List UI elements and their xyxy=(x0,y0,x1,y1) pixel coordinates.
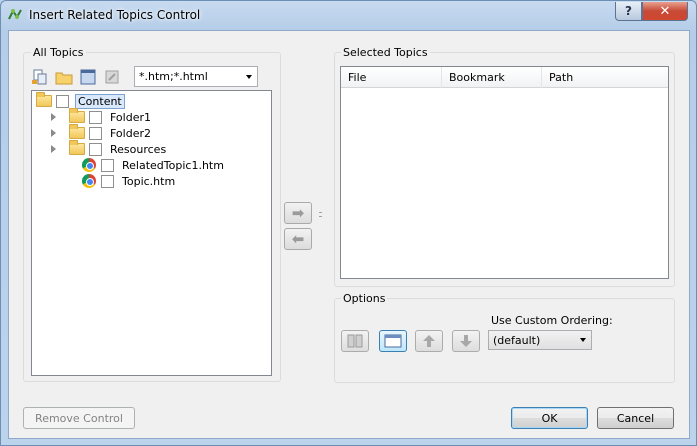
selected-topics-list[interactable]: File Bookmark Path xyxy=(340,66,669,279)
remove-topic-button[interactable]: ⬅ xyxy=(284,228,312,250)
chrome-icon xyxy=(82,174,96,188)
tree-item-checkbox[interactable] xyxy=(89,110,102,124)
app-icon xyxy=(7,7,23,23)
tree-item-checkbox[interactable] xyxy=(101,158,114,172)
chrome-icon xyxy=(82,158,96,172)
tree-item-folder2[interactable]: Folder2 xyxy=(51,124,153,141)
ok-button[interactable]: OK xyxy=(511,407,588,429)
all-topics-toolbar xyxy=(31,66,127,88)
column-header-path[interactable]: Path xyxy=(542,67,668,88)
close-button[interactable]: ✕ xyxy=(642,2,688,21)
window-title: Insert Related Topics Control xyxy=(29,8,201,22)
tree-item-resources[interactable]: Resources xyxy=(51,140,168,157)
cancel-label: Cancel xyxy=(616,411,655,425)
layout-button[interactable] xyxy=(379,330,407,352)
remove-control-button[interactable]: Remove Control xyxy=(23,407,135,429)
tree-item-checkbox[interactable] xyxy=(89,142,102,156)
book-icon xyxy=(347,334,363,348)
help-icon: ? xyxy=(625,4,632,18)
folder-icon[interactable] xyxy=(55,68,73,86)
dialog-window: Insert Related Topics Control ? ✕ All To… xyxy=(0,0,697,446)
close-icon: ✕ xyxy=(659,3,671,19)
list-header: File Bookmark Path xyxy=(341,67,668,88)
tree-item-label: RelatedTopic1.htm xyxy=(122,158,224,172)
all-topics-label: All Topics xyxy=(31,46,86,59)
custom-ordering-value: (default) xyxy=(493,333,541,347)
cancel-button[interactable]: Cancel xyxy=(597,407,674,429)
move-down-button[interactable] xyxy=(452,330,480,352)
copy-icon[interactable] xyxy=(31,68,49,86)
move-up-button[interactable] xyxy=(415,330,443,352)
ok-label: OK xyxy=(541,411,558,425)
file-filter-dropdown[interactable]: *.htm;*.html xyxy=(134,66,258,87)
expand-arrow-icon[interactable] xyxy=(51,129,56,137)
expand-arrow-icon[interactable] xyxy=(51,145,56,153)
tree-item-content[interactable]: Content xyxy=(34,92,125,109)
column-header-bookmark[interactable]: Bookmark xyxy=(442,67,542,88)
folder-icon xyxy=(69,140,85,155)
window-icon[interactable] xyxy=(79,68,97,86)
folder-open-icon xyxy=(36,92,52,107)
book-button[interactable] xyxy=(341,330,369,352)
custom-ordering-label: Use Custom Ordering: xyxy=(491,314,613,327)
column-header-file[interactable]: File xyxy=(341,67,442,88)
tree-item-checkbox[interactable] xyxy=(89,126,102,140)
chevron-down-icon xyxy=(246,74,252,79)
tree-item-label: Resources xyxy=(110,142,167,156)
topics-tree[interactable]: Content Folder1 Folder2 Resources Relate… xyxy=(31,90,272,376)
arrow-left-icon: ⬅ xyxy=(291,230,305,248)
arrow-up-icon xyxy=(423,335,435,347)
tree-item-folder1[interactable]: Folder1 xyxy=(51,108,153,125)
tree-item-label: Content xyxy=(75,93,125,109)
tree-item-relatedtopic1[interactable]: RelatedTopic1.htm xyxy=(51,157,226,173)
arrow-right-icon: ➡ xyxy=(291,204,305,222)
custom-ordering-dropdown[interactable]: (default) xyxy=(488,330,592,350)
arrow-down-icon xyxy=(460,335,472,347)
tree-item-topic[interactable]: Topic.htm xyxy=(51,173,177,189)
tree-item-label: Folder2 xyxy=(110,126,151,140)
tree-item-checkbox[interactable] xyxy=(56,94,69,108)
splitter-grip-icon[interactable] xyxy=(319,212,323,218)
folder-icon xyxy=(69,124,85,139)
title-bar[interactable]: Insert Related Topics Control ? ✕ xyxy=(1,1,696,29)
tree-item-checkbox[interactable] xyxy=(101,174,114,188)
remove-control-label: Remove Control xyxy=(35,411,123,425)
selected-topics-label: Selected Topics xyxy=(341,46,430,59)
tree-item-label: Topic.htm xyxy=(122,174,176,188)
tree-item-label: Folder1 xyxy=(110,110,151,124)
add-topic-button[interactable]: ➡ xyxy=(284,202,312,224)
chevron-down-icon xyxy=(580,338,586,342)
expand-arrow-icon[interactable] xyxy=(51,113,56,121)
options-label: Options xyxy=(341,292,388,305)
file-filter-value: *.htm;*.html xyxy=(139,70,208,83)
folder-icon xyxy=(69,108,85,123)
window-icon xyxy=(384,334,402,348)
disabled-icon[interactable] xyxy=(103,68,121,86)
help-button[interactable]: ? xyxy=(615,2,642,21)
